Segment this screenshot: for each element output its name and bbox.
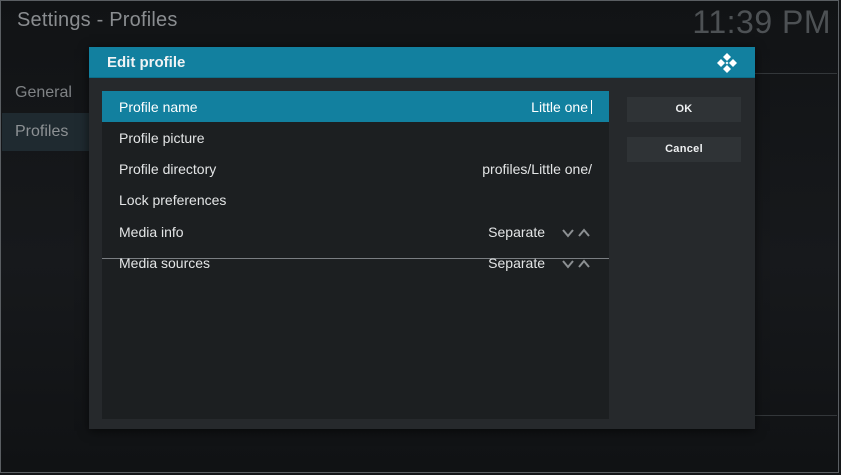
profile-picture-setting[interactable]: Profile picture [102,122,609,153]
edit-profile-dialog: Edit profile Profile name Little one Pro… [89,47,755,429]
spin-arrows-icon[interactable] [562,259,592,269]
cancel-button[interactable]: Cancel [627,137,741,162]
media-info-label: Media info [119,224,184,240]
dialog-header: Edit profile [89,47,755,78]
media-sources-label: Media sources [119,255,211,271]
profile-directory-label: Profile directory [119,161,217,177]
spin-arrows-icon[interactable] [562,228,592,238]
clock: 11:39 PM [692,4,831,40]
settings-list: Profile name Little one Profile picture … [102,91,609,419]
profile-name-value-wrap: Little one [531,99,592,115]
profile-name-label: Profile name [119,99,198,115]
kodi-logo-icon [717,53,737,73]
profile-directory-setting[interactable]: Profile directory profiles/Little one/ [102,153,609,184]
profile-name-setting[interactable]: Profile name Little one [102,91,609,122]
profile-directory-value: profiles/Little one/ [482,161,592,177]
side-menu-item-general[interactable]: General [2,74,90,112]
text-cursor [591,100,592,114]
dialog-title: Edit profile [107,54,186,71]
header-divider [755,73,837,74]
media-sources-setting[interactable]: Media sources Separate [102,247,609,278]
side-menu: General Profiles [2,74,90,152]
side-menu-item-profiles[interactable]: Profiles [2,113,90,151]
footer-divider [755,415,837,416]
window-title: Settings - Profiles [17,9,178,31]
media-info-setting[interactable]: Media info Separate [102,216,609,247]
lock-preferences-label: Lock preferences [119,192,227,208]
media-sources-value: Separate [488,255,545,271]
profile-name-value: Little one [531,99,588,115]
media-info-value: Separate [488,224,545,240]
ok-button[interactable]: OK [627,97,741,122]
profile-picture-label: Profile picture [119,130,205,146]
lock-preferences-setting[interactable]: Lock preferences [102,184,609,215]
